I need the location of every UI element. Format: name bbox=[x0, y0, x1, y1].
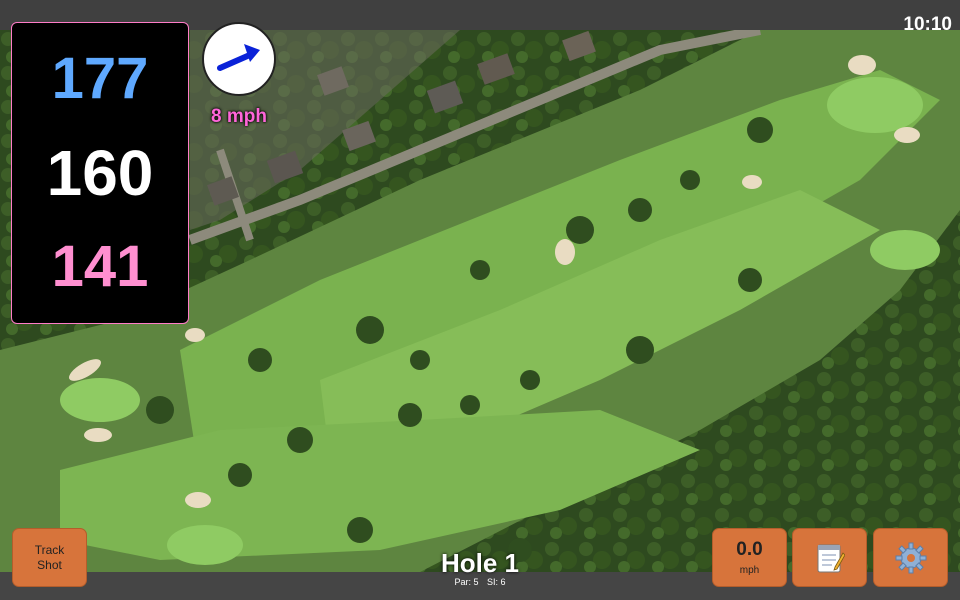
track-shot-label-line1: Track bbox=[34, 543, 65, 558]
yardage-panel: 177 160 141 bbox=[11, 22, 189, 324]
speed-button[interactable]: 0.0 mph bbox=[712, 528, 787, 587]
track-shot-button[interactable]: Track Shot bbox=[12, 528, 87, 587]
back-yardage: 177 bbox=[51, 45, 149, 111]
speed-unit: mph bbox=[739, 565, 760, 576]
par-label: Par: 5 bbox=[454, 577, 479, 587]
speed-value: 0.0 bbox=[736, 539, 763, 560]
gear-icon bbox=[895, 542, 926, 573]
wind-speed-label: 8 mph bbox=[211, 106, 267, 127]
wind-indicator[interactable] bbox=[202, 22, 276, 96]
si-label: SI: 6 bbox=[487, 577, 506, 587]
hole-meta: Par: 5 SI: 6 bbox=[380, 577, 580, 587]
track-shot-label-line2: Shot bbox=[37, 557, 62, 572]
arrow-up-right-icon bbox=[217, 44, 260, 71]
hole-title: Hole 1 bbox=[440, 548, 520, 578]
notes-button[interactable] bbox=[792, 528, 867, 587]
front-yardage: 141 bbox=[51, 234, 149, 300]
notepad-icon bbox=[817, 544, 845, 572]
middle-yardage: 160 bbox=[46, 136, 154, 209]
settings-button[interactable] bbox=[873, 528, 948, 587]
